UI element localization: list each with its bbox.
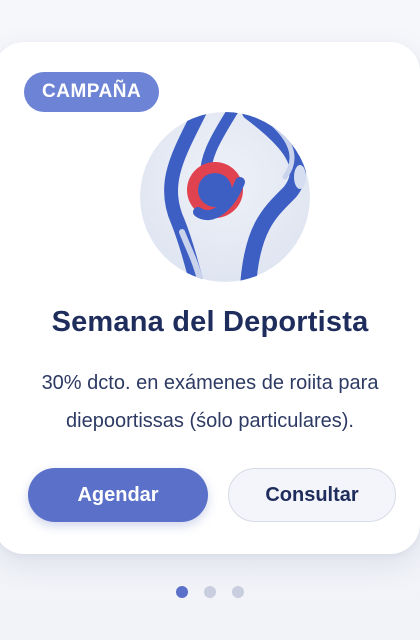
- carousel-dot-3[interactable]: [232, 586, 244, 598]
- promo-description-line-2: diepoortissas (śolo particulares).: [66, 410, 354, 432]
- campaign-badge-label: CAMPAÑA: [42, 81, 142, 102]
- knee-joint-icon: [140, 112, 310, 282]
- carousel-dot-1[interactable]: [176, 586, 188, 598]
- promo-description: 30% dcto. en exámenes de roiita para die…: [14, 364, 406, 440]
- carousel-dot-2[interactable]: [204, 586, 216, 598]
- promo-title: Semana del Deportista: [51, 306, 369, 338]
- campaign-badge: CAMPAÑA: [24, 72, 160, 112]
- carousel-pagination: [0, 586, 420, 598]
- promo-description-line-1: 30% dcto. en exámenes de roiita para: [41, 372, 379, 394]
- consultar-button-label: Consultar: [265, 483, 359, 506]
- screen: CAMPAÑA Semana del Deportista 30% dcto. …: [0, 0, 420, 640]
- agendar-button-label: Agendar: [77, 483, 159, 506]
- consultar-button[interactable]: Consultar: [228, 468, 396, 522]
- agendar-button[interactable]: Agendar: [28, 468, 208, 522]
